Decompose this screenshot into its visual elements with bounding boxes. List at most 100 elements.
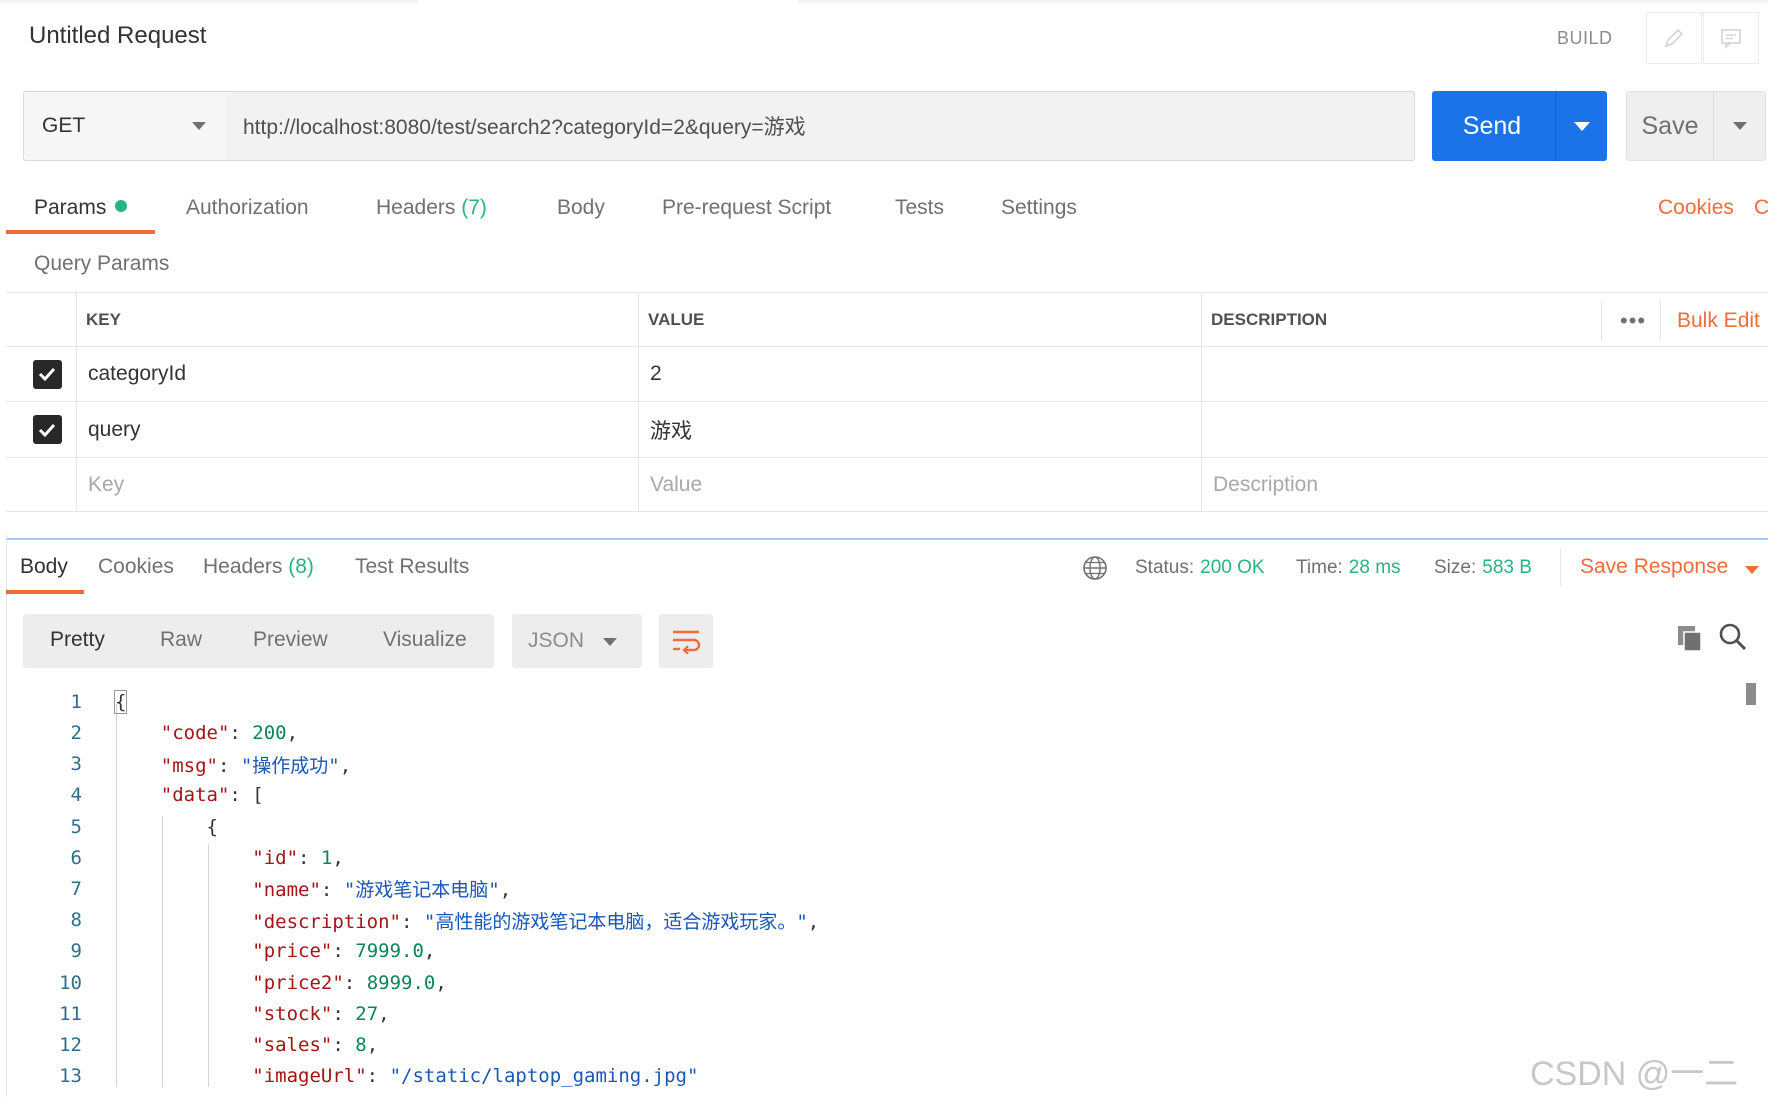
wrap-lines-icon bbox=[673, 630, 701, 654]
row-check-cell bbox=[6, 458, 76, 511]
tab-params-label: Params bbox=[34, 196, 107, 219]
request-title[interactable]: Untitled Request bbox=[29, 22, 206, 50]
tab-test-results[interactable]: Test Results bbox=[355, 555, 469, 579]
param-value[interactable]: 游戏 bbox=[638, 402, 1201, 457]
tab-authorization[interactable]: Authorization bbox=[186, 196, 309, 220]
save-response-button[interactable]: Save Response bbox=[1580, 555, 1728, 579]
save-split-divider bbox=[1713, 92, 1714, 160]
status-label: Status: bbox=[1135, 557, 1195, 578]
tab-headers[interactable]: Headers (7) bbox=[376, 196, 487, 220]
wrap-lines-button[interactable] bbox=[659, 614, 713, 668]
size-value: 583 B bbox=[1482, 557, 1532, 578]
table-row: categoryId 2 bbox=[6, 347, 1768, 402]
code-text: "data": [ bbox=[160, 784, 264, 807]
save-label: Save bbox=[1641, 111, 1699, 140]
request-tabs: Params Authorization Headers (7) Body Pr… bbox=[0, 190, 1768, 235]
row-check-cell bbox=[6, 347, 76, 401]
size-label: Size: bbox=[1434, 557, 1477, 578]
tab-response-body[interactable]: Body bbox=[20, 555, 68, 579]
code-text: "msg": "操作成功", bbox=[160, 754, 352, 777]
code-line: 12 "sales": 8, bbox=[0, 1029, 1740, 1061]
url-input[interactable]: http://localhost:8080/test/search2?categ… bbox=[226, 91, 1415, 161]
code-text: "price2": 8999.0, bbox=[252, 971, 447, 994]
build-mode-label[interactable]: BUILD bbox=[1557, 28, 1613, 49]
send-label: Send bbox=[1462, 111, 1522, 140]
save-button[interactable]: Save bbox=[1626, 91, 1766, 161]
new-description-input[interactable]: Description bbox=[1201, 458, 1768, 511]
response-size[interactable]: Size: 583 B bbox=[1434, 557, 1532, 579]
line-number: 9 bbox=[70, 940, 82, 963]
postman-request-page: Untitled Request BUILD GET http://localh… bbox=[0, 0, 1768, 1097]
bulk-edit-link[interactable]: Bulk Edit bbox=[1660, 301, 1760, 341]
editor-scrollbar[interactable] bbox=[1746, 683, 1756, 705]
code-text: "imageUrl": "/static/laptop_gaming.jpg" bbox=[252, 1065, 699, 1087]
param-description[interactable] bbox=[1201, 402, 1768, 457]
pretty-button[interactable]: Pretty bbox=[50, 628, 105, 652]
tab-response-cookies[interactable]: Cookies bbox=[98, 555, 174, 579]
raw-button[interactable]: Raw bbox=[160, 628, 202, 652]
table-row: query 游戏 bbox=[6, 402, 1768, 458]
search-icon[interactable] bbox=[1718, 622, 1748, 652]
tab-headers-label: Headers bbox=[376, 196, 456, 219]
response-body-editor[interactable]: 1{2 "code": 200, 3 "msg": "操作成功", 4 "data"… bbox=[0, 682, 1740, 1087]
response-status[interactable]: Status: 200 OK bbox=[1135, 557, 1265, 579]
tab-strip bbox=[0, 0, 1768, 3]
preview-button[interactable]: Preview bbox=[253, 628, 328, 652]
more-options-icon[interactable]: ••• bbox=[1601, 301, 1646, 341]
tab-body[interactable]: Body bbox=[557, 196, 605, 220]
line-number: 10 bbox=[59, 971, 82, 994]
checkmark-icon bbox=[38, 423, 56, 437]
send-button[interactable]: Send bbox=[1432, 91, 1607, 161]
query-params-title: Query Params bbox=[34, 252, 170, 275]
pencil-icon[interactable] bbox=[1646, 12, 1702, 64]
code-line: 13 "imageUrl": "/static/laptop_gaming.jp… bbox=[0, 1060, 1740, 1087]
comment-icon[interactable] bbox=[1703, 12, 1759, 64]
param-checkbox[interactable] bbox=[32, 359, 62, 389]
params-active-dot bbox=[115, 200, 128, 212]
send-options-chevron-icon[interactable] bbox=[1574, 122, 1590, 131]
line-number: 3 bbox=[70, 753, 82, 776]
code-line: 8 "description": "高性能的游戏笔记本电脑，适合游戏玩家。", bbox=[0, 904, 1740, 936]
code-text: "stock": 27, bbox=[252, 1002, 390, 1025]
code-line: 9 "price": 7999.0, bbox=[0, 936, 1740, 968]
header-description-label: DESCRIPTION bbox=[1211, 309, 1328, 329]
copy-icon[interactable] bbox=[1675, 623, 1705, 653]
code-line: 10 "price2": 8999.0, bbox=[0, 967, 1740, 999]
pane-resize-divider[interactable] bbox=[6, 538, 1768, 540]
response-time[interactable]: Time: 28 ms bbox=[1296, 557, 1401, 579]
param-value[interactable]: 2 bbox=[638, 347, 1201, 401]
time-value: 28 ms bbox=[1348, 557, 1401, 578]
tab-pre-request-script[interactable]: Pre-request Script bbox=[662, 196, 831, 220]
code-line: 6 "id": 1, bbox=[0, 842, 1740, 874]
line-number: 1 bbox=[70, 690, 82, 713]
code-text: "description": "高性能的游戏笔记本电脑，适合游戏玩家。", bbox=[252, 910, 820, 933]
new-value-input[interactable]: Value bbox=[638, 458, 1201, 511]
code-text: "name": "游戏笔记本电脑", bbox=[252, 879, 512, 902]
format-select[interactable]: JSON bbox=[512, 614, 642, 668]
code-line: 11 "stock": 27, bbox=[0, 998, 1740, 1030]
tab-tests[interactable]: Tests bbox=[895, 196, 944, 220]
cookies-link[interactable]: Cookies bbox=[1658, 196, 1734, 220]
code-line: 4 "data": [ bbox=[0, 780, 1740, 812]
save-options-chevron-icon[interactable] bbox=[1733, 122, 1747, 130]
line-number: 12 bbox=[59, 1033, 82, 1056]
code-line: 2 "code": 200, bbox=[0, 717, 1740, 749]
method-select[interactable]: GET bbox=[23, 91, 227, 161]
save-response-chevron-icon[interactable] bbox=[1745, 566, 1759, 574]
param-key[interactable]: categoryId bbox=[76, 347, 638, 401]
tab-response-headers[interactable]: Headers (8) bbox=[203, 555, 314, 579]
new-key-input[interactable]: Key bbox=[76, 458, 638, 511]
param-key[interactable]: query bbox=[76, 402, 638, 457]
header-value: VALUE bbox=[638, 293, 1201, 346]
globe-icon[interactable] bbox=[1082, 555, 1108, 581]
param-description[interactable] bbox=[1201, 347, 1768, 401]
status-value: 200 OK bbox=[1200, 557, 1265, 578]
tab-params[interactable]: Params bbox=[34, 196, 128, 220]
params-header-row: KEY VALUE DESCRIPTION ••• Bulk Edit bbox=[6, 292, 1768, 347]
line-number: 13 bbox=[59, 1065, 82, 1087]
tab-response-headers-label: Headers bbox=[203, 555, 283, 578]
param-checkbox[interactable] bbox=[32, 415, 62, 444]
active-tab-segment bbox=[418, 0, 798, 3]
tab-settings[interactable]: Settings bbox=[1001, 196, 1077, 220]
visualize-button[interactable]: Visualize bbox=[383, 628, 467, 652]
